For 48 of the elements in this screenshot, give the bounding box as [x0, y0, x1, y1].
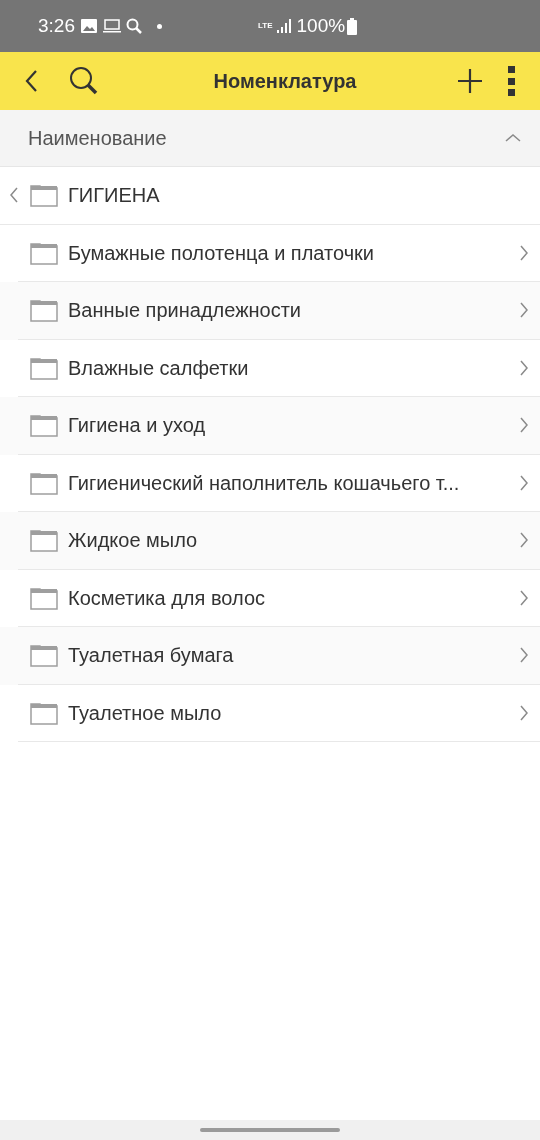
back-icon — [24, 69, 38, 93]
folder-label: Бумажные полотенца и платочки — [68, 240, 375, 266]
more-button[interactable] — [506, 66, 516, 96]
folder-label: Влажные салфетки — [68, 355, 250, 381]
add-button[interactable] — [456, 67, 484, 95]
folder-icon — [30, 413, 58, 438]
folder-icon — [30, 355, 58, 380]
plus-icon — [457, 68, 483, 94]
list-item[interactable]: Туалетное мыло — [18, 684, 540, 742]
folder-label: Ванные принадлежности — [68, 298, 303, 324]
folder-label: Туалетное мыло — [68, 700, 223, 726]
folder-icon — [30, 643, 58, 668]
search-icon — [69, 66, 99, 96]
list-item[interactable]: ГИГИЕНА — [0, 167, 540, 225]
folder-label: ГИГИЕНА — [68, 183, 160, 209]
folder-label: Гигиена и уход — [68, 413, 207, 439]
status-time: 3:26 — [38, 13, 75, 38]
back-chevron-icon — [8, 186, 20, 205]
chevron-icon — [518, 531, 530, 550]
folder-icon — [30, 585, 58, 610]
folder-label: Гигиенический наполнитель кошачьего т... — [68, 470, 461, 496]
folder-icon — [30, 528, 58, 553]
battery-percent: 100% — [296, 13, 346, 38]
laptop-icon — [103, 19, 121, 33]
page-title: Номенклатура — [213, 69, 357, 94]
sort-icon — [504, 132, 522, 144]
battery-icon — [347, 17, 358, 35]
folder-icon — [30, 183, 58, 208]
folder-icon — [30, 298, 58, 323]
chevron-icon — [518, 243, 530, 262]
signal-icon — [276, 19, 291, 33]
folder-icon — [30, 240, 58, 265]
chevron-icon — [518, 473, 530, 492]
folder-label: Косметика для волос — [68, 585, 266, 611]
chevron-icon — [518, 358, 530, 377]
folder-label: Туалетная бумага — [68, 643, 235, 669]
chevron-icon — [518, 646, 530, 665]
search-button[interactable] — [68, 65, 100, 97]
image-icon — [81, 19, 97, 33]
search-icon — [126, 18, 142, 34]
folder-icon — [30, 470, 58, 495]
chevron-icon — [518, 301, 530, 320]
folder-label: Жидкое мыло — [68, 528, 199, 554]
chevron-icon — [518, 588, 530, 607]
chevron-icon — [518, 703, 530, 722]
chevron-icon — [518, 416, 530, 435]
network-label: LTE — [258, 22, 273, 30]
folder-icon — [30, 700, 58, 725]
